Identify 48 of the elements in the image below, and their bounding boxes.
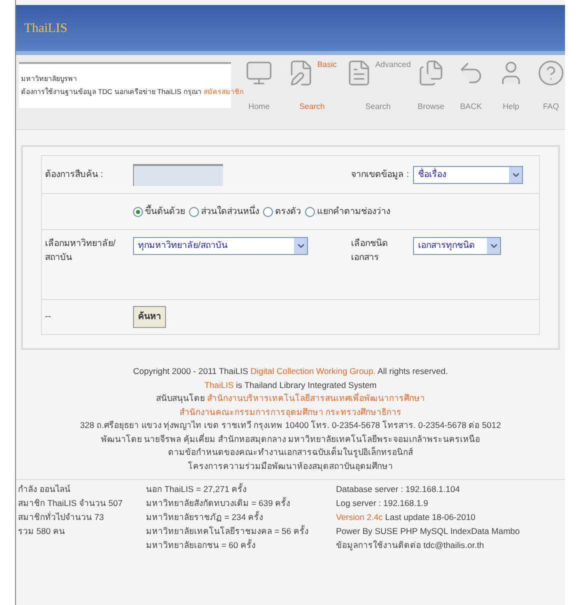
field-label: จากเขตข้อมูล : [351,168,410,182]
dropdown-icon [509,166,522,182]
credit-line: โครงการความร่วมมือพัฒนาห้องสมุดสถาบันอุดมศึกษา [188,460,393,473]
usage-stat: มหาวิทยาลัยราชภัฏ = 234 ครั้ง [146,510,264,524]
credit-line: สำนักงานคณะกรรมการการอุดมศึกษา กระทรวงศึกษาธิการ [179,406,402,419]
query-field[interactable] [133,164,223,186]
dropdown-icon [294,238,307,254]
online-stat: รวม 580 คน [18,525,66,538]
nav-button[interactable]: Browse [413,59,449,113]
online-stat: กำลัง ออนไลน์ [18,483,72,496]
match-radio[interactable]: ขึ้นต้นด้วย [133,204,185,218]
dash-text: -- [45,310,52,324]
nav-button[interactable]: FAQ [533,59,569,113]
logo[interactable]: ThaiLIS [24,18,68,38]
dropdown-icon [487,238,500,254]
server-info: Database server : 192.168.1.104 [336,483,461,496]
server-info: Power By SUSE PHP MySQL IndexData Mambo [336,525,520,538]
nav-button[interactable]: Help [493,59,529,113]
search-button[interactable]: ค้นหา [133,306,166,328]
credit-line: สนับสนุนโดย สำนักงานบริหารเทคโนโลยีสารสนเทศเพื่อพัฒนาการศึกษา [156,392,426,406]
usage-stat: มหาวิทยาลัยเอกชน = 60 ครั้ง [146,538,257,552]
online-stat: สมาชิก ThaiLIS จำนวน 507 [18,497,124,510]
nav-button[interactable]: BACK [453,59,489,113]
credit-line: ตามข้อกำหนดของคณะทำงานเอกสารฉบับเต็มในรูปอิเล็กทรอนิกส์ [168,446,413,460]
nav-button[interactable]: Advanced Search [347,59,409,113]
credit-line: พัฒนาโดย นายจีรพล คุ้มเคี่ยม สำนักหอสมุดกลาง มหาวิทยาลัยเทคโนโลยีพระจอมเกล้าพระนครเหนือ [100,432,480,446]
online-stat: สมาชิกทั่วไปจำนวน 73 [18,510,105,524]
documents-icon [417,59,445,87]
university-label: เลือกมหาวิทยาลัย/สถาบัน [45,237,117,264]
usage-stat: มหาวิทยาลัยเทคโนโลยีราชมงคล = 56 ครั้ง [146,524,310,538]
credit-line: ThaiLIS is Thailand Library Integrated System [204,378,377,392]
usage-stat: มหาวิทยาลัยสังกัดทบวงเดิม = 639 ครั้ง [146,496,292,510]
doctype-label: เลือกชนิดเอกสาร [351,237,389,264]
match-radio[interactable]: ตรงตัว [263,204,301,218]
server-info: ข้อมูลการใช้งานติดต่อ tdc@thailis.or.th [336,539,485,552]
credit-line: Copyright 2000 - 2011 ThaiLIS Digital Collection Working Group. All rights reserved. [133,365,448,378]
university-select[interactable]: ทุกมหาวิทยาลัย/สถาบัน [133,237,308,255]
monitor-icon [245,59,273,87]
usage-stat: นอก ThaiLIS = 27,271 ครั้ง [146,482,248,496]
match-radio[interactable]: แยกคำตามช่องว่าง [305,204,390,218]
server-info: Log server : 192.168.1.9 [336,497,430,510]
credit-line: 328 ถ.ศรีอยุธยา แขวง ทุ่งพญาไท เขต ราชเทวี กรุงเทพ 10400 โทร. 0-2354-5678 โทรสาร. 0-2354-5678 ต่อ 5012 [80,419,501,432]
nav-button[interactable]: Basic Search [281,59,343,113]
match-radio[interactable]: ส่วนใดส่วนหนึ่ง [189,204,259,218]
field-select[interactable]: ชื่อเรื่อง [413,166,523,184]
doctype-select[interactable]: เอกสารทุกชนิด [413,237,501,255]
server-info: Version 2.4c Last update 18-06-2010 [336,511,476,524]
query-label: ต้องการสืบค้น : [45,168,104,181]
